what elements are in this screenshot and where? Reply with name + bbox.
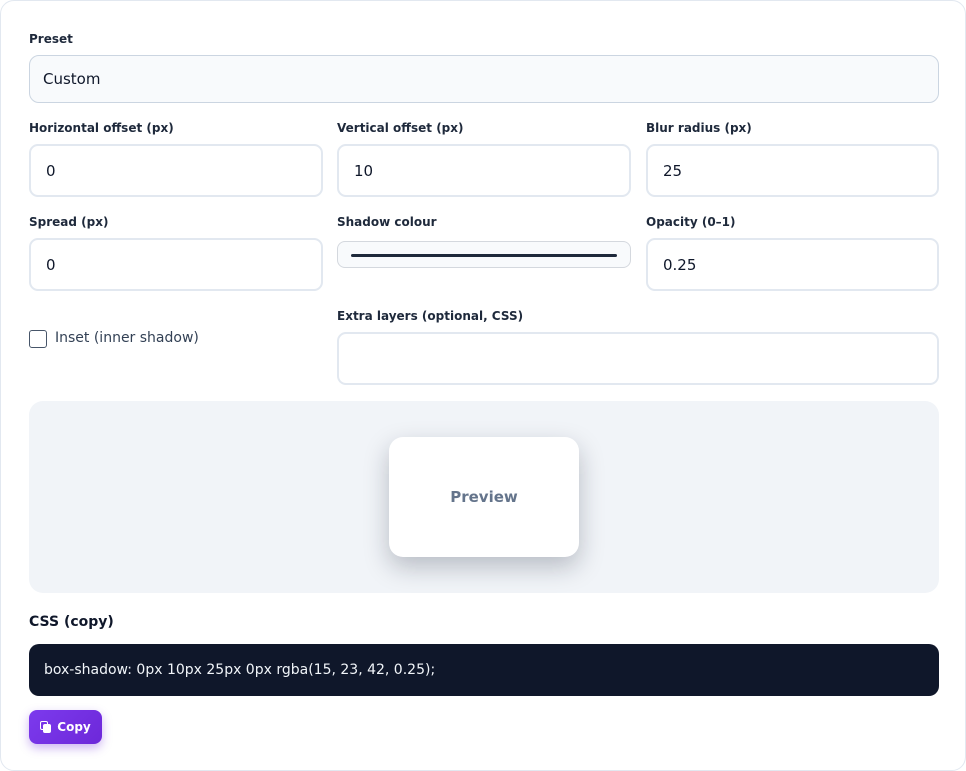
copy-button[interactable]: Copy (29, 710, 102, 744)
preset-selected-value: Custom (43, 70, 101, 88)
inset-checkbox[interactable] (29, 330, 47, 348)
shadow-colour-picker[interactable] (337, 241, 631, 268)
preset-label: Preset (29, 32, 73, 46)
opacity-label: Opacity (0–1) (646, 215, 736, 229)
copy-button-label: Copy (57, 720, 91, 734)
shadow-colour-swatch (351, 254, 617, 257)
extra-layers-label: Extra layers (optional, CSS) (337, 309, 524, 323)
vertical-offset-input[interactable] (337, 144, 631, 197)
horizontal-offset-input[interactable] (29, 144, 323, 197)
preset-select[interactable]: Custom (29, 55, 939, 103)
preview-label: Preview (450, 488, 518, 506)
shadow-colour-label: Shadow colour (337, 215, 437, 229)
css-code-text: box-shadow: 0px 10px 25px 0px rgba(15, 2… (44, 662, 436, 678)
blur-radius-input[interactable] (646, 144, 939, 197)
vertical-offset-label: Vertical offset (px) (337, 121, 464, 135)
opacity-input[interactable] (646, 238, 939, 291)
horizontal-offset-label: Horizontal offset (px) (29, 121, 174, 135)
preview-area: Preview (29, 401, 939, 593)
css-code-output: box-shadow: 0px 10px 25px 0px rgba(15, 2… (29, 644, 939, 696)
blur-radius-label: Blur radius (px) (646, 121, 752, 135)
spread-label: Spread (px) (29, 215, 109, 229)
box-shadow-generator-card: Preset Custom Horizontal offset (px) Ver… (0, 0, 966, 771)
inset-checkbox-label[interactable]: Inset (inner shadow) (55, 330, 199, 346)
spread-input[interactable] (29, 238, 323, 291)
extra-layers-input[interactable] (337, 332, 939, 385)
copy-icon (40, 721, 52, 733)
preview-box: Preview (389, 437, 579, 557)
css-output-title: CSS (copy) (29, 614, 114, 630)
